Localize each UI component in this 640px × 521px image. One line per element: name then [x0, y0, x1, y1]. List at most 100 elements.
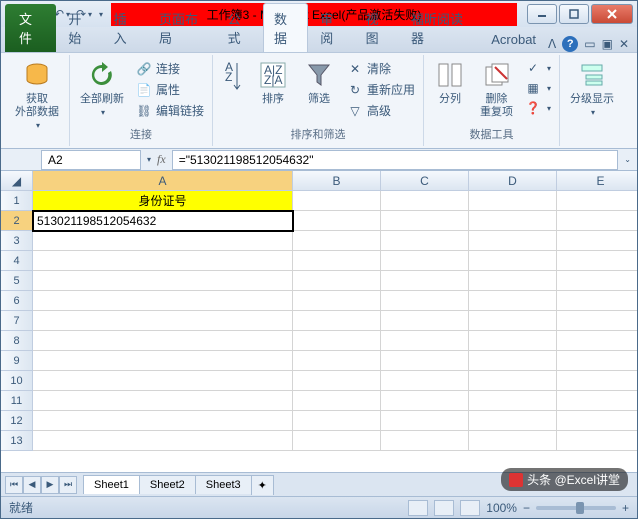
col-header-A[interactable]: A — [33, 171, 293, 191]
wb-minimize-icon[interactable]: ▭ — [584, 37, 595, 51]
cell[interactable] — [293, 311, 381, 331]
tab-data[interactable]: 数据 — [263, 3, 308, 52]
cell[interactable] — [381, 331, 469, 351]
cell[interactable] — [33, 351, 293, 371]
sheet-tab-3[interactable]: Sheet3 — [195, 475, 252, 494]
cell[interactable] — [381, 211, 469, 231]
cell[interactable] — [381, 291, 469, 311]
row-header[interactable]: 13 — [1, 431, 33, 451]
connections-button[interactable]: 🔗连接 — [132, 59, 208, 78]
minimize-button[interactable] — [527, 4, 557, 24]
cell[interactable] — [469, 351, 557, 371]
zoom-slider[interactable] — [536, 506, 616, 510]
cell[interactable] — [469, 271, 557, 291]
cell-A1[interactable]: 身份证号 — [33, 191, 293, 211]
advanced-filter-button[interactable]: ▽高级 — [343, 101, 419, 120]
zoom-level[interactable]: 100% — [486, 501, 517, 515]
tab-layout[interactable]: 页面布局 — [149, 4, 216, 52]
cell[interactable] — [557, 271, 637, 291]
row-header[interactable]: 8 — [1, 331, 33, 351]
select-all-corner[interactable]: ◢ — [1, 171, 33, 191]
tab-home[interactable]: 开始 — [58, 4, 101, 52]
cell[interactable] — [293, 271, 381, 291]
cell[interactable] — [33, 311, 293, 331]
cell[interactable] — [33, 371, 293, 391]
cell[interactable] — [469, 211, 557, 231]
remove-duplicates-button[interactable]: 删除 重复项 — [474, 57, 519, 121]
row-header[interactable]: 4 — [1, 251, 33, 271]
cell[interactable] — [469, 391, 557, 411]
page-break-view-button[interactable] — [460, 500, 480, 516]
cell[interactable] — [557, 311, 637, 331]
cell[interactable] — [469, 191, 557, 211]
cell[interactable] — [557, 371, 637, 391]
col-header-B[interactable]: B — [293, 171, 381, 191]
sort-button[interactable]: A|ZZ|A 排序 — [251, 57, 295, 108]
cell[interactable] — [469, 371, 557, 391]
minimize-ribbon-icon[interactable]: ᐱ — [548, 37, 556, 51]
cell[interactable] — [33, 271, 293, 291]
row-header[interactable]: 11 — [1, 391, 33, 411]
cell[interactable] — [293, 351, 381, 371]
cell[interactable] — [381, 431, 469, 451]
cell[interactable] — [33, 391, 293, 411]
grid[interactable]: ◢ A B C D E 1 身份证号 2 513021198512054632 … — [1, 171, 637, 451]
row-header[interactable]: 9 — [1, 351, 33, 371]
outline-button[interactable]: 分级显示 ▾ — [564, 57, 620, 119]
filter-button[interactable]: 筛选 — [297, 57, 341, 108]
get-external-data-button[interactable]: 获取 外部数据 ▾ — [9, 57, 65, 132]
tab-insert[interactable]: 插入 — [104, 4, 147, 52]
row-header[interactable]: 1 — [1, 191, 33, 211]
wb-restore-icon[interactable]: ▣ — [602, 37, 613, 51]
page-layout-view-button[interactable] — [434, 500, 454, 516]
row-header[interactable]: 5 — [1, 271, 33, 291]
zoom-out-button[interactable]: − — [523, 501, 530, 515]
cell[interactable] — [381, 191, 469, 211]
row-header[interactable]: 10 — [1, 371, 33, 391]
cell[interactable] — [557, 411, 637, 431]
cell[interactable] — [381, 411, 469, 431]
col-header-E[interactable]: E — [557, 171, 637, 191]
sort-az-button[interactable]: AZ — [217, 57, 249, 97]
whatif-button[interactable]: ❓▾ — [521, 99, 555, 117]
first-sheet-button[interactable]: ⏮ — [5, 476, 23, 494]
cell[interactable] — [557, 291, 637, 311]
clear-filter-button[interactable]: ✕清除 — [343, 59, 419, 78]
cell[interactable] — [557, 251, 637, 271]
cell[interactable] — [381, 391, 469, 411]
maximize-button[interactable] — [559, 4, 589, 24]
next-sheet-button[interactable]: ▶ — [41, 476, 59, 494]
row-header[interactable]: 6 — [1, 291, 33, 311]
formula-expand-icon[interactable]: ⌄ — [624, 155, 637, 164]
text-to-columns-button[interactable]: 分列 — [428, 57, 472, 108]
last-sheet-button[interactable]: ⏭ — [59, 476, 77, 494]
sheet-tab-2[interactable]: Sheet2 — [139, 475, 196, 494]
help-icon[interactable]: ? — [562, 36, 578, 52]
cell[interactable] — [293, 431, 381, 451]
cell[interactable] — [33, 431, 293, 451]
cell[interactable] — [381, 311, 469, 331]
cell[interactable] — [293, 291, 381, 311]
normal-view-button[interactable] — [408, 500, 428, 516]
tab-acrobat[interactable]: Acrobat — [481, 27, 546, 52]
cell[interactable] — [33, 251, 293, 271]
cell[interactable] — [33, 331, 293, 351]
prev-sheet-button[interactable]: ◀ — [23, 476, 41, 494]
row-header[interactable]: 7 — [1, 311, 33, 331]
cell[interactable] — [293, 211, 381, 231]
consolidate-button[interactable]: ▦▾ — [521, 79, 555, 97]
cell[interactable] — [293, 411, 381, 431]
cell[interactable] — [557, 231, 637, 251]
cell[interactable] — [469, 251, 557, 271]
col-header-C[interactable]: C — [381, 171, 469, 191]
tab-view[interactable]: 视图 — [356, 4, 399, 52]
cell[interactable] — [557, 391, 637, 411]
wb-close-icon[interactable]: ✕ — [619, 37, 629, 51]
name-box[interactable]: A2 — [41, 150, 141, 170]
cell[interactable] — [557, 351, 637, 371]
cell[interactable] — [33, 291, 293, 311]
cell[interactable] — [381, 271, 469, 291]
cell[interactable] — [557, 191, 637, 211]
cell[interactable] — [33, 411, 293, 431]
tab-review[interactable]: 审阅 — [310, 4, 353, 52]
